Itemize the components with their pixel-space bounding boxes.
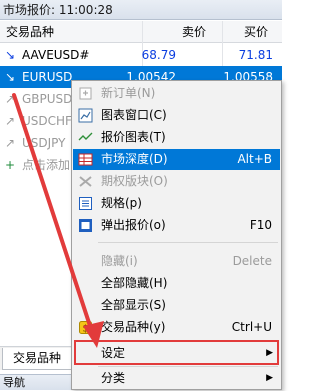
trend-up-icon: ↗ <box>5 114 16 128</box>
menu-item-tick-chart[interactable]: 报价图表(T) <box>73 127 280 148</box>
symbols-icon: $ <box>79 321 92 335</box>
bid-price: 68.79 <box>141 48 176 62</box>
market-watch-title: 市场报价: 11:00:28 <box>0 0 282 20</box>
svg-text:$: $ <box>82 324 88 335</box>
trend-down-icon: ↘ <box>5 48 16 62</box>
symbol-name: USDCHF <box>22 114 72 128</box>
menu-item-hide[interactable]: 隐藏(i) Delete <box>73 251 280 272</box>
popup-prices-icon <box>79 219 92 232</box>
symbol-name: AAVEUSD# <box>22 48 90 62</box>
trend-down-icon: ↘ <box>5 70 16 84</box>
column-symbol[interactable]: 交易品种 <box>6 21 54 43</box>
menu-item-new-order[interactable]: 新订单(N) <box>73 83 280 104</box>
menu-item-hide-all[interactable]: 全部隐藏(H) <box>73 273 280 294</box>
context-menu: 新订单(N) 图表窗口(C) 报价图表(T) 市场深度(D) Alt+B 期权版… <box>71 80 282 390</box>
menu-separator <box>98 242 278 243</box>
symbol-name: GBPUSD <box>22 92 73 106</box>
menu-item-symbols[interactable]: $ 交易品种(y) Ctrl+U <box>73 317 280 338</box>
menu-item-sort[interactable]: 分类 ▶ <box>73 368 280 389</box>
column-ask[interactable]: 买价 <box>244 21 268 43</box>
add-symbol-label: 点击添加 <box>22 158 71 172</box>
menu-item-specification[interactable]: 规格(p) <box>73 193 280 214</box>
menu-item-popup-prices[interactable]: 弹出报价(o) F10 <box>73 215 280 236</box>
submenu-arrow-icon: ▶ <box>266 373 273 383</box>
menu-item-chart-window[interactable]: 图表窗口(C) <box>73 105 280 126</box>
trend-up-icon: ↗ <box>5 136 16 150</box>
column-bid[interactable]: 卖价 <box>182 21 206 43</box>
menu-item-market-depth[interactable]: 市场深度(D) Alt+B <box>73 149 280 170</box>
market-depth-icon <box>78 153 93 166</box>
specification-icon <box>79 197 92 210</box>
chart-window-icon <box>78 108 93 123</box>
menu-item-show-all[interactable]: 全部显示(S) <box>73 295 280 316</box>
menu-separator <box>98 366 278 367</box>
options-icon <box>79 176 92 187</box>
symbol-name: USDJPY <box>22 136 66 150</box>
ask-price: 71.81 <box>238 48 273 62</box>
menu-item-options-board[interactable]: 期权版块(O) <box>73 171 280 192</box>
new-order-icon <box>79 87 92 100</box>
table-row[interactable]: ↘ AAVEUSD# 68.79 71.81 <box>0 44 282 66</box>
trend-up-icon: ↗ <box>5 92 16 106</box>
highlight-box <box>74 340 279 365</box>
tick-chart-icon <box>78 132 93 141</box>
tab-symbols[interactable]: 交易品种 <box>2 348 72 370</box>
grid-header: 交易品种 卖价 买价 <box>0 21 282 43</box>
plus-icon: + <box>5 158 16 172</box>
symbol-name: EURUSD <box>22 70 73 84</box>
